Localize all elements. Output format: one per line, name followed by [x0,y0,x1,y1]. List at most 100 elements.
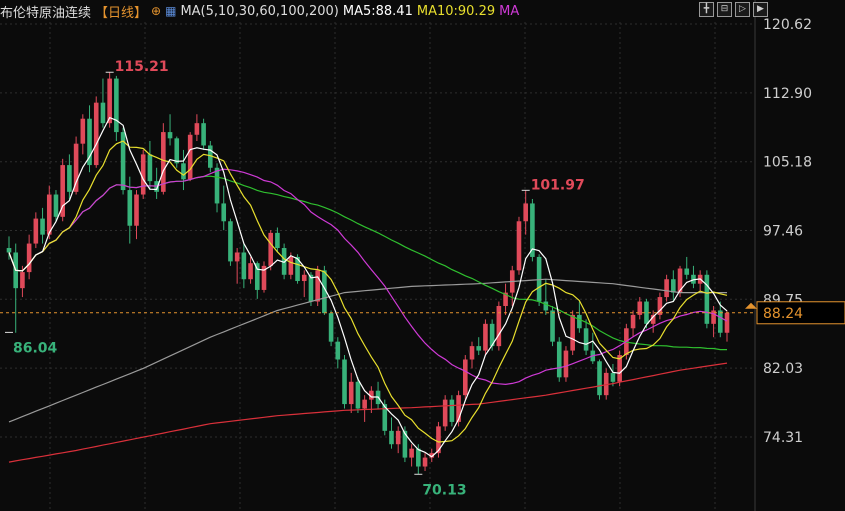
candle-body [422,457,428,467]
candle [228,218,233,266]
settings-icon[interactable]: ⊕ [151,4,161,18]
candle-body [46,194,52,235]
candle-body [33,218,39,244]
candle-body [201,123,206,146]
candle-body [563,350,569,378]
price-annotation: 115.21 [115,59,169,75]
y-tick-label: 112.90 [763,86,812,102]
candle-body [570,314,575,351]
candle-body [577,314,582,329]
candle-body [335,341,341,360]
chart-toolbar: ╋ ⊟ ▷ ▶ [699,2,768,17]
candle [60,158,65,222]
y-tick-label: 82.03 [763,361,803,377]
candle-body [583,328,589,351]
next-icon[interactable]: ▶ [753,2,768,17]
candle [550,305,555,347]
candle-body [214,167,220,204]
candle [456,390,461,427]
candle-body [355,381,361,409]
candle-body [597,361,602,396]
candle [342,355,347,409]
candle-body [664,279,669,298]
candle-body [462,359,468,396]
candle [93,96,99,168]
candlestick-chart[interactable]: 120.62112.90105.1897.4689.7582.0374.3188… [0,0,845,511]
candle-body [241,252,247,280]
candle-body [550,310,555,342]
candle-body [724,312,730,333]
candle [402,426,408,463]
instrument-title: 布伦特原油连续 [0,5,92,21]
crosshair-icon[interactable]: ╋ [699,2,714,17]
candle [114,75,119,142]
candle-body [684,268,690,275]
candle-body [174,138,180,164]
candle [174,136,180,168]
candle [261,261,267,293]
ma10-value: MA10:90.29 [416,3,496,19]
period-selector[interactable]: 【日线】 [95,2,147,21]
candle-body [53,194,59,217]
candle-body [543,301,549,311]
candle-body [268,232,274,266]
candle-body [496,305,502,347]
ma-settings-label[interactable]: MA(5,10,30,60,100,200) [180,4,338,19]
candle-body [288,256,294,275]
candle-body [409,448,414,458]
ma5-value: MA5:88.41 [342,3,413,19]
candle [442,395,448,431]
candle-body [416,448,421,467]
candle-body [134,194,139,226]
candle [201,118,206,150]
candle-body [449,399,455,422]
candle-body [87,118,92,166]
candle-body [107,78,112,124]
candle-body [73,143,79,192]
candle-body [556,341,562,378]
candle-body [717,310,723,333]
candle-body [275,232,280,249]
y-tick-label: 74.31 [763,430,803,446]
current-price-label: 88.24 [763,306,803,322]
candle-body [308,274,314,302]
candle-body [194,123,200,135]
candle [462,355,468,400]
candle-body [483,323,488,351]
candle-body [362,399,367,409]
candle-body [342,359,347,405]
candle-body [221,203,227,222]
candle-body [93,102,99,166]
candle [516,216,522,275]
step-icon[interactable]: ▷ [735,2,750,17]
candle [107,72,112,128]
candle-body [181,163,186,180]
candle-body [301,274,307,282]
candle-body [26,243,32,273]
candle-body [6,248,12,253]
candle-body [40,218,45,235]
candle-body [469,346,475,360]
ma-icon[interactable]: ▦ [165,4,176,18]
candle-body [704,274,710,324]
chart-header: 布伦特原油连续 【日线】 ⊕ ▦ MA(5,10,30,60,100,200) … [0,0,523,22]
candle [563,346,569,382]
candle-body [80,118,86,144]
indicator-icon[interactable]: ⊟ [717,2,732,17]
ma-more-label: MA [499,3,520,19]
candle-body [228,221,233,262]
candle-body [114,78,119,133]
candle-body [395,430,401,445]
candle-body [610,372,616,382]
candle-body [442,399,448,427]
y-tick-label: 120.62 [763,17,812,33]
candle [449,395,455,427]
candle-body [389,430,394,445]
candle-body [67,165,72,192]
candle-body [234,252,240,262]
y-tick-label: 105.18 [763,155,812,171]
y-tick-label: 97.46 [763,224,803,240]
price-annotation: 101.97 [531,177,585,193]
price-annotation: 86.04 [13,340,58,356]
candle-body [127,190,133,226]
